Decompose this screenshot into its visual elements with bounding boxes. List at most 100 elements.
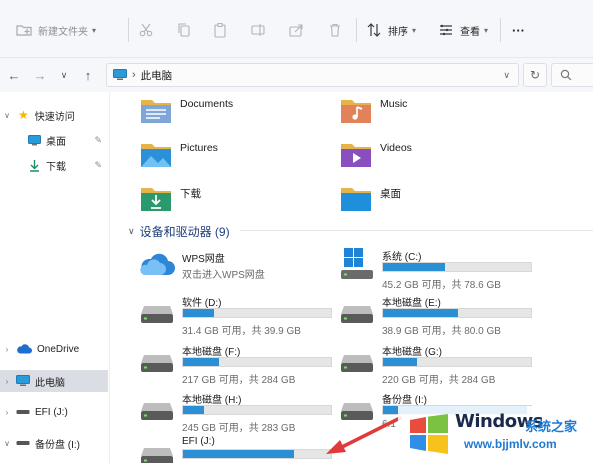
drive-d[interactable]: 软件 (D:) 31.4 GB 可用，共 39.9 GB [140, 294, 340, 337]
sidebar-item-desktop[interactable]: 桌面 ✎ [0, 129, 108, 151]
drive-icon [141, 306, 173, 323]
drive-usage-bar [182, 405, 332, 415]
documents-folder-icon [141, 100, 171, 123]
downloads-folder-icon [141, 188, 171, 211]
copy-button[interactable] [176, 20, 192, 40]
drive-g[interactable]: 本地磁盘 (G:) 220 GB 可用，共 284 GB [340, 343, 540, 386]
sidebar-item-efi[interactable]: › EFI (J:) [0, 401, 108, 423]
view-icon [440, 24, 452, 36]
refresh-icon: ↻ [529, 68, 541, 82]
sidebar-item-downloads[interactable]: 下载 ✎ [0, 154, 108, 176]
sidebar-item-quick-access[interactable]: ∨ ★ 快速访问 [0, 104, 108, 126]
drive-e[interactable]: 本地磁盘 (E:) 38.9 GB 可用，共 80.0 GB [340, 294, 540, 337]
drive-usage-fill [383, 309, 459, 317]
sidebar-item-onedrive[interactable]: › OneDrive [0, 338, 108, 360]
drive-size: 45.2 GB 可用，共 78.6 GB [382, 280, 501, 291]
folder-downloads[interactable]: 下载 [140, 184, 201, 212]
drive-usage-fill [383, 263, 446, 271]
breadcrumb-location[interactable]: 此电脑 [141, 68, 173, 83]
rename-button[interactable] [250, 20, 266, 40]
pin-icon[interactable]: ✎ [94, 135, 102, 146]
chevron-right-icon[interactable]: › [0, 377, 14, 386]
sort-button[interactable]: 排序 ▾ [366, 20, 416, 40]
drive-j[interactable]: EFI (J:) [140, 436, 340, 463]
more-options-button[interactable]: ··· [512, 20, 525, 40]
new-folder-button[interactable]: 新建文件夹 ▾ [16, 20, 96, 40]
divider [500, 18, 501, 42]
back-button[interactable]: ← [6, 67, 22, 83]
pictures-folder-icon [141, 144, 171, 167]
navigation-bar: ← → ∨ ↑ › 此电脑 ∨ ↻ [0, 58, 593, 92]
chevron-down-icon[interactable]: ∨ [503, 70, 510, 81]
drive-icon [341, 306, 373, 323]
chevron-down-icon[interactable]: ∨ [0, 439, 14, 448]
chevron-right-icon[interactable]: › [0, 345, 14, 354]
drive-icon [141, 448, 173, 463]
copy-icon [178, 23, 190, 37]
watermark: Windows 系统之家 www.bjjmlv.com [398, 406, 593, 463]
drive-name: 备份盘 (I:) [382, 395, 427, 406]
devices-section-header[interactable]: ∨ 设备和驱动器 (9) [128, 223, 593, 240]
sidebar-item-this-pc[interactable]: › 此电脑 [0, 370, 108, 392]
arrow-right-icon: → [33, 67, 47, 83]
drive-f[interactable]: 本地磁盘 (F:) 217 GB 可用，共 284 GB [140, 343, 340, 386]
divider [128, 18, 129, 42]
cut-button[interactable] [138, 20, 154, 40]
folder-name: Pictures [180, 142, 218, 154]
rename-icon [251, 24, 265, 36]
cloud-icon [140, 253, 175, 275]
drive-usage-bar [182, 308, 332, 318]
pin-icon[interactable]: ✎ [94, 160, 102, 171]
drive-size: 38.9 GB 可用，共 80.0 GB [382, 326, 501, 337]
share-button[interactable] [288, 20, 304, 40]
drive-c[interactable]: 系统 (C:) 45.2 GB 可用，共 78.6 GB [340, 248, 540, 291]
drive-size: 245 GB 可用，共 283 GB [182, 423, 296, 434]
drive-icon [141, 355, 173, 372]
drive-wps-cloud[interactable]: WPS网盘 双击进入WPS网盘 [140, 250, 340, 292]
navigation-pane: ∨ ★ 快速访问 桌面 ✎ 下载 ✎ › OneDrive › 此电脑 › EF… [0, 92, 110, 463]
view-button[interactable]: 查看 ▾ [438, 20, 488, 40]
folder-name: 桌面 [380, 188, 401, 200]
drive-name: WPS网盘 [182, 254, 225, 265]
windows-drive-icon [341, 248, 373, 279]
drive-usage-bar [382, 357, 532, 367]
drive-usage-bar [382, 262, 532, 272]
arrow-up-icon: ↑ [84, 67, 92, 83]
folder-documents[interactable]: Documents [140, 96, 233, 124]
drive-icon [16, 410, 30, 414]
drive-icon [141, 403, 173, 420]
chevron-down-icon[interactable]: ∨ [128, 226, 135, 237]
forward-button[interactable]: → [32, 67, 48, 83]
chevron-down-icon[interactable]: ∨ [0, 111, 14, 120]
drive-h[interactable]: 本地磁盘 (H:) 245 GB 可用，共 283 GB [140, 391, 340, 434]
folder-pictures[interactable]: Pictures [140, 140, 218, 168]
sidebar-item-backup[interactable]: ∨ 备份盘 (I:) [0, 432, 108, 454]
delete-button[interactable] [327, 20, 343, 40]
folder-name: Videos [380, 142, 412, 154]
folder-videos[interactable]: Videos [340, 140, 412, 168]
drive-usage-fill [383, 358, 418, 366]
folder-desktop[interactable]: 桌面 [340, 184, 401, 212]
folder-music[interactable]: Music [340, 96, 407, 124]
drive-size: 220 GB 可用，共 284 GB [382, 375, 496, 386]
sidebar-item-label: OneDrive [37, 343, 80, 355]
scissors-icon [139, 23, 153, 37]
address-bar[interactable]: › 此电脑 ∨ [106, 63, 519, 87]
drive-name: 软件 (D:) [182, 298, 222, 309]
drive-name: EFI (J:) [182, 436, 215, 447]
windows-logo-icon [410, 414, 448, 454]
desktop-icon [28, 134, 41, 145]
new-folder-icon [16, 25, 32, 36]
paste-button[interactable] [212, 20, 228, 40]
search-input[interactable] [551, 63, 593, 87]
drive-usage-fill [183, 406, 204, 414]
sidebar-item-label: 此电脑 [35, 377, 65, 389]
drive-usage-fill [183, 309, 215, 317]
chevron-right-icon[interactable]: › [0, 408, 14, 417]
drive-size: 31.4 GB 可用，共 39.9 GB [182, 326, 301, 337]
devices-section-title: 设备和驱动器 (9) [139, 225, 230, 239]
up-button[interactable]: ↑ [80, 67, 96, 83]
divider [356, 18, 357, 42]
refresh-button[interactable]: ↻ [523, 63, 547, 87]
recent-locations-button[interactable]: ∨ [56, 67, 72, 83]
